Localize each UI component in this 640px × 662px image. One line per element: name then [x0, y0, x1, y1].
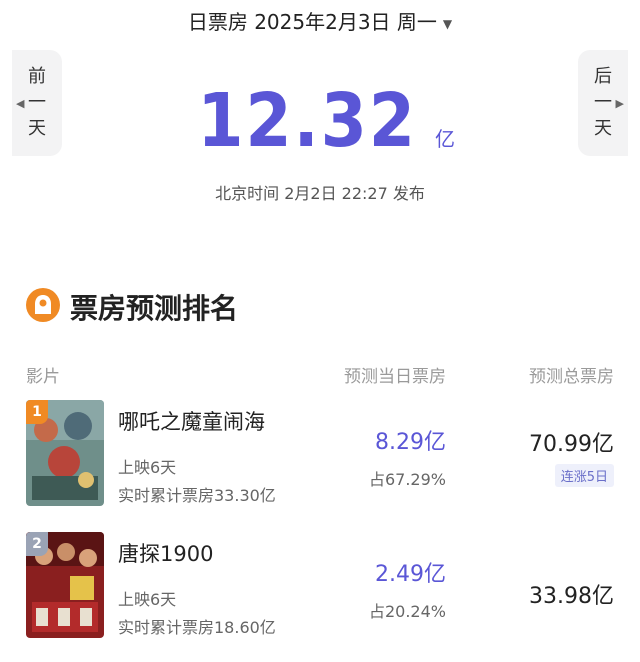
film-title: 哪吒之魔童闹海 — [118, 410, 265, 434]
film-day-share: 占20.24% — [368, 602, 446, 621]
dropdown-caret-icon: ▼ — [442, 16, 453, 31]
rank-badge: 2 — [26, 532, 48, 556]
column-header-total-forecast: 预测总票房 — [529, 367, 614, 387]
trend-badge: 连涨5日 — [554, 464, 614, 487]
film-cumulative-box-office: 实时累计票房33.30亿 — [118, 486, 276, 505]
film-cumulative-box-office: 实时累计票房18.60亿 — [118, 618, 276, 637]
film-title: 唐探1900 — [118, 542, 214, 566]
film-days-released: 上映6天 — [118, 458, 177, 477]
film-total-forecast: 70.99亿 — [529, 432, 614, 457]
column-header-film: 影片 — [26, 367, 60, 387]
film-day-share: 占67.29% — [368, 470, 446, 489]
film-poster[interactable]: 1 — [26, 400, 104, 506]
daily-total-box-office: 12.32 亿 — [0, 78, 640, 164]
daily-total-unit: 亿 — [435, 127, 456, 151]
publish-time: 北京时间 2月2日 22:27 发布 — [215, 184, 425, 203]
box-office-prediction-icon — [26, 288, 60, 322]
date-selector[interactable]: 日票房 2025年2月3日 周一 ▼ — [0, 6, 640, 35]
column-header-day-forecast: 预测当日票房 — [344, 367, 446, 387]
rank-badge: 1 — [26, 400, 48, 424]
section-title: 票房预测排名 — [70, 292, 239, 325]
film-days-released: 上映6天 — [118, 590, 177, 609]
film-poster[interactable]: 2 — [26, 532, 104, 638]
film-day-forecast: 2.49亿 — [375, 562, 446, 587]
film-row[interactable]: 2 唐探1900 上映6天 实时累计票房18.60亿 2.49亿 占20.24%… — [0, 532, 640, 662]
date-title: 日票房 2025年2月3日 周一 — [187, 10, 437, 34]
film-total-forecast: 33.98亿 — [529, 584, 614, 609]
film-day-forecast: 8.29亿 — [375, 430, 446, 455]
daily-total-value: 12.32 — [197, 78, 417, 164]
film-row[interactable]: 1 哪吒之魔童闹海 上映6天 实时累计票房33.30亿 8.29亿 占67.29… — [0, 400, 640, 530]
